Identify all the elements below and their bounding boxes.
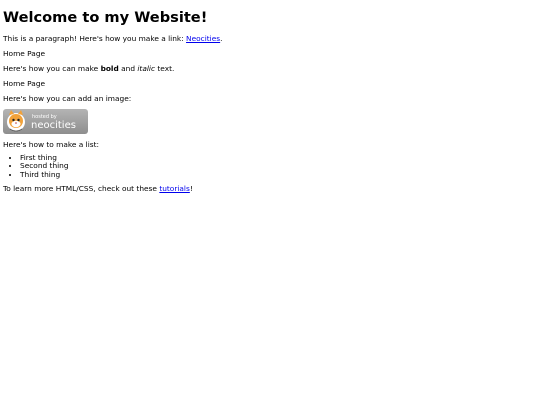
list-intro-text: Here's how to make a list:: [3, 140, 99, 149]
bold-text: bold: [100, 64, 119, 73]
list-item: First thing: [20, 153, 537, 162]
home-page-text-1: Home Page: [3, 49, 46, 58]
learn-more-paragraph: To learn more HTML/CSS, check out these …: [3, 184, 537, 193]
list-item: Third thing: [20, 170, 537, 179]
page-title: Welcome to my Website!: [3, 9, 208, 26]
learn-more-end: !: [189, 183, 193, 193]
badge-big-text: neocities: [31, 120, 76, 131]
learn-more-text: To learn more HTML/CSS, check out these: [3, 183, 160, 193]
tutorials-link[interactable]: tutorials: [159, 184, 190, 193]
paragraph-end: .: [220, 34, 223, 43]
paragraph-formatting: Here's how you can make bold and italic …: [3, 64, 537, 73]
italic-text: italic: [137, 64, 156, 73]
home-page-text-2: Home Page: [3, 79, 46, 88]
paragraph-link: This is a paragraph! Here's how you make…: [3, 34, 537, 43]
paragraph-text: This is a paragraph! Here's how you make…: [3, 34, 187, 43]
neocities-link[interactable]: Neocities: [186, 34, 220, 43]
page: Welcome to my Website! This is a paragra…: [0, 0, 540, 405]
formatting-text-pre: Here's how you can make: [3, 64, 101, 73]
neocities-badge-image: hosted by neocities: [3, 109, 88, 134]
formatting-text-end: text.: [155, 64, 175, 73]
neocities-badge-svg: hosted by neocities: [3, 109, 88, 134]
bullet-list: First thing Second thing Third thing: [3, 153, 537, 179]
list-item: Second thing: [20, 161, 537, 170]
image-intro-text: Here's how you can add an image:: [3, 94, 132, 103]
formatting-text-mid: and: [118, 64, 138, 73]
